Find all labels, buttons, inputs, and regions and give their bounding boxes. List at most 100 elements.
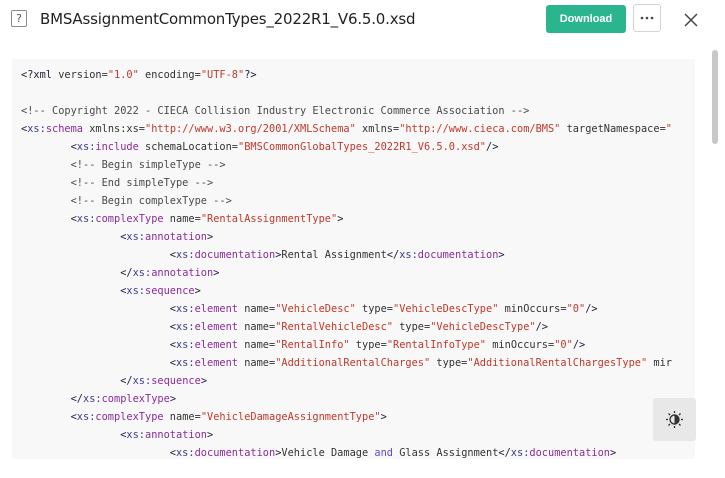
code-token: <?xml: [21, 69, 59, 81]
code-token: >: [207, 231, 214, 243]
code-token: xs:: [175, 357, 195, 369]
code-token: type=: [349, 339, 387, 351]
code-line: <xs:element name="RentalInfo" type="Rent…: [21, 336, 672, 354]
code-token: xs:: [399, 249, 418, 261]
code-token: xmlns=: [355, 123, 400, 135]
code-token: "0": [554, 339, 573, 351]
scrollbar-thumb[interactable]: [712, 50, 718, 144]
code-token: xs:: [175, 249, 195, 261]
code-token: element: [194, 303, 238, 315]
code-token: name=: [163, 213, 201, 225]
code-token: "http://www.w3.org/2001/XMLSchema": [145, 123, 356, 135]
code-token: <!-- Begin simpleType -->: [21, 159, 226, 171]
code-token: xs:: [76, 141, 96, 153]
code-viewer: <?xml version="1.0" encoding="UTF-8"?> <…: [0, 48, 725, 478]
code-token: <: [21, 213, 77, 225]
code-line: <xs:documentation>Vehicle Damage and Gla…: [21, 444, 672, 459]
code-token: </: [21, 393, 83, 405]
code-token: xs:: [175, 321, 195, 333]
code-token: element: [194, 339, 238, 351]
code-token: <: [21, 141, 77, 153]
code-line: <xs:complexType name="VehicleDamageAssig…: [21, 408, 672, 426]
code-token: xs:: [76, 411, 96, 423]
code-token: <: [21, 357, 176, 369]
download-button[interactable]: Download: [546, 5, 626, 33]
code-token: schema: [45, 123, 84, 135]
code-token: documentation: [529, 447, 610, 459]
code-token: schemaLocation=: [138, 141, 239, 153]
code-token: <: [21, 429, 127, 441]
code-token: xs:: [510, 447, 530, 459]
code-block: <?xml version="1.0" encoding="UTF-8"?> <…: [12, 59, 695, 459]
ellipsis-icon: [640, 16, 654, 20]
code-token: <: [21, 303, 176, 315]
code-token: <: [21, 285, 127, 297]
code-token: xs:: [126, 285, 145, 297]
code-token: "AdditionalRentalChargesType": [467, 357, 648, 369]
code-token: "BMSCommonGlobalTypes_2022R1_V6.5.0.xsd": [238, 141, 486, 153]
code-token: />: [535, 321, 548, 333]
code-token: element: [194, 357, 238, 369]
theme-toggle-icon: [666, 411, 683, 428]
code-token: <: [21, 411, 77, 423]
theme-toggle-button[interactable]: [653, 398, 696, 441]
code-token: Glass Assignment: [393, 447, 499, 459]
code-token: xmlns:xs=: [83, 123, 146, 135]
code-token: xs:: [27, 123, 46, 135]
code-token: type=: [355, 303, 393, 315]
code-token: <: [21, 447, 176, 459]
code-token: >: [200, 375, 208, 387]
code-token: xs:: [132, 375, 152, 387]
code-token: >: [207, 429, 214, 441]
code-token: documentation: [194, 447, 276, 459]
code-token: <: [21, 339, 176, 351]
code-token: version=: [58, 69, 108, 81]
code-token: documentation: [194, 249, 276, 261]
code-token: sequence: [151, 375, 201, 387]
code-line: <xs:element name="AdditionalRentalCharge…: [21, 354, 672, 372]
code-token: >: [337, 213, 344, 225]
code-token: ?>: [244, 69, 257, 81]
code-line: <?xml version="1.0" encoding="UTF-8"?>: [21, 66, 672, 84]
code-token: element: [194, 321, 238, 333]
file-name-title: BMSAssignmentCommonTypes_2022R1_V6.5.0.x…: [40, 10, 416, 28]
code-token: encoding=: [138, 69, 201, 81]
code-token: />: [585, 303, 598, 315]
unknown-file-icon: ?: [11, 10, 27, 27]
code-line: <!-- Begin simpleType -->: [21, 156, 672, 174]
code-token: "VehicleDesc": [275, 303, 356, 315]
more-options-button[interactable]: [633, 4, 661, 32]
close-button[interactable]: [680, 9, 702, 31]
code-token: "RentalVehicleDesc": [275, 321, 393, 333]
code-token: name=: [238, 357, 276, 369]
code-token: <: [21, 231, 127, 243]
bottom-margin: [0, 459, 725, 478]
code-token: "AdditionalRentalCharges": [275, 357, 431, 369]
code-token: complexType: [101, 393, 170, 405]
code-token: name=: [238, 339, 276, 351]
code-line: <xs:include schemaLocation="BMSCommonGlo…: [21, 138, 672, 156]
code-token: xs:: [83, 393, 102, 405]
code-token: >: [194, 285, 201, 297]
code-token: include: [95, 141, 139, 153]
code-token: type=: [393, 321, 431, 333]
code-line: <!-- Copyright 2022 - CIECA Collision In…: [21, 102, 672, 120]
code-token: "RentalInfo": [275, 339, 350, 351]
code-line: <xs:documentation>Rental Assignment</xs:…: [21, 246, 672, 264]
code-token: <: [21, 321, 176, 333]
code-token: >: [610, 447, 617, 459]
code-line: </xs:complexType>: [21, 390, 672, 408]
code-token: sequence: [145, 285, 195, 297]
code-token: >: [498, 249, 505, 261]
code-token: name=: [238, 303, 276, 315]
code-token: "1.0": [107, 69, 139, 81]
code-line: <xs:annotation>: [21, 228, 672, 246]
code-token: <!-- Copyright 2022 - CIECA Collision In…: [21, 105, 530, 117]
code-token: Vehicle Damage: [281, 447, 375, 459]
code-token: <: [21, 249, 176, 261]
code-token: xs:: [126, 231, 145, 243]
code-token: complexType: [95, 411, 164, 423]
code-token: "0": [566, 303, 586, 315]
code-token: <!-- End simpleType -->: [21, 177, 214, 189]
code-token: "http://www.cieca.com/BMS": [399, 123, 561, 135]
